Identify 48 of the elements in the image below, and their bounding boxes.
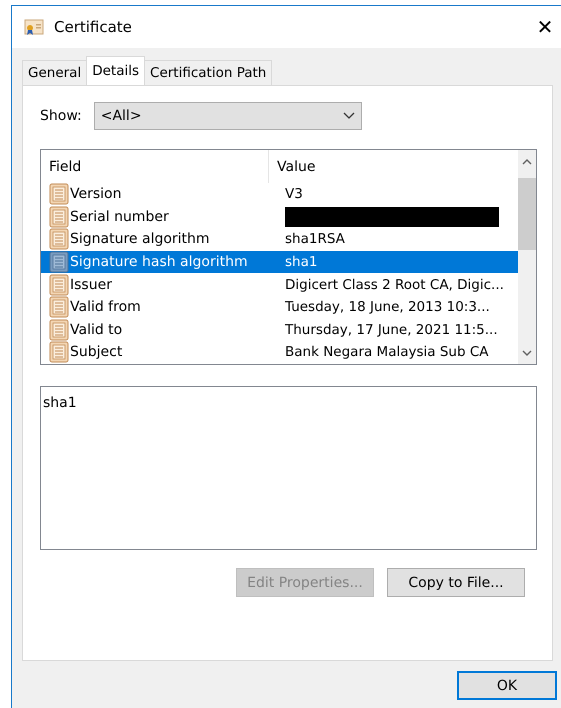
field-row[interactable]: Valid to Thursday, 17 June, 2021 11:5...	[41, 318, 518, 342]
field-name: Issuer	[70, 276, 112, 293]
tab[interactable]: Details	[86, 56, 146, 85]
field-value: Tuesday, 18 June, 2013 10:3...	[285, 299, 490, 316]
tab[interactable]: Certification Path	[144, 60, 272, 85]
certificate-icon	[24, 18, 44, 36]
field-row[interactable]: Subject Bank Negara Malaysia Sub CA	[41, 341, 518, 364]
document-icon	[49, 296, 69, 318]
field-row[interactable]: Valid from Tuesday, 18 June, 2013 10:3...	[41, 296, 518, 319]
field-row[interactable]: Issuer Digicert Class 2 Root CA, Digic...	[41, 273, 518, 296]
copy-to-file-button[interactable]: Copy to File...	[387, 568, 525, 597]
field-value: sha1	[285, 254, 318, 270]
document-icon	[49, 206, 69, 228]
document-icon	[49, 251, 69, 274]
field-value: Digicert Class 2 Root CA, Digic...	[285, 276, 504, 293]
field-name: Serial number	[70, 208, 169, 225]
field-value: Thursday, 17 June, 2021 11:5...	[285, 322, 498, 338]
field-row[interactable]: Signature hash algorithm sha1	[41, 250, 518, 274]
close-button[interactable]: ✕	[527, 14, 561, 40]
field-name: Signature hash algorithm	[70, 254, 248, 270]
field-value: sha1RSA	[285, 231, 345, 248]
field-name: Valid to	[70, 322, 122, 338]
document-icon	[49, 228, 69, 250]
document-icon	[49, 183, 69, 206]
show-label: Show:	[40, 108, 82, 124]
scroll-up-icon	[522, 158, 532, 164]
ok-button[interactable]: OK	[457, 671, 557, 700]
field-name: Subject	[70, 344, 122, 360]
field-row[interactable]: Version V3	[41, 183, 518, 206]
field-name: Version	[70, 186, 122, 202]
column-header[interactable]: Value	[269, 150, 316, 183]
field-value: V3	[285, 186, 303, 202]
field-name: Signature algorithm	[70, 231, 210, 248]
scrollbar[interactable]	[518, 150, 536, 364]
document-icon	[49, 318, 69, 341]
field-name: Valid from	[70, 299, 141, 316]
detail-text: sha1	[43, 395, 77, 411]
scroll-down-icon	[522, 350, 532, 356]
field-row[interactable]: Signature algorithm sha1RSA	[41, 228, 518, 251]
field-row[interactable]: Serial number	[41, 206, 518, 228]
tab[interactable]: General	[22, 60, 88, 85]
window-title: Certificate	[54, 18, 132, 36]
document-icon	[49, 274, 69, 296]
chevron-down-icon	[342, 112, 355, 120]
document-icon	[49, 341, 69, 364]
field-value: Bank Negara Malaysia Sub CA	[285, 344, 488, 360]
detail-box[interactable]: sha1	[40, 386, 537, 550]
show-dropdown[interactable]: <All>	[94, 102, 362, 130]
